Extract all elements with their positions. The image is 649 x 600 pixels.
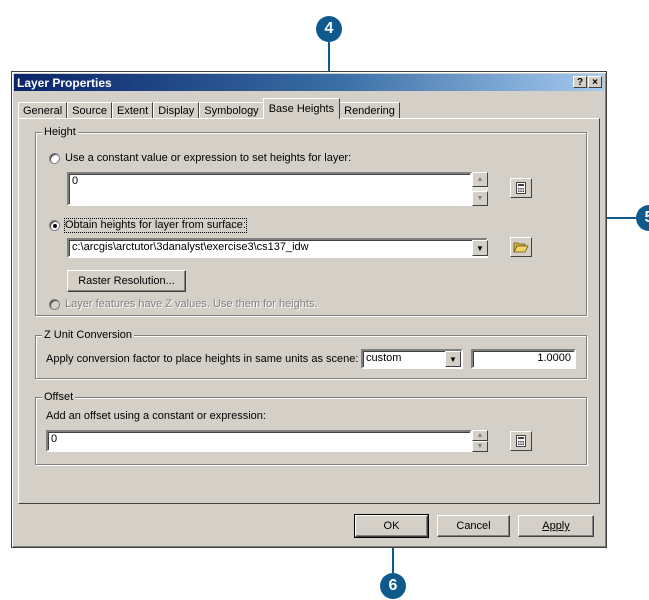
ok-button[interactable]: OK bbox=[354, 514, 429, 538]
tab-general[interactable]: General bbox=[18, 102, 68, 119]
calculator-icon bbox=[516, 182, 526, 194]
close-icon: × bbox=[592, 76, 598, 88]
tab-panel-base-heights: Height Use a constant value or expressio… bbox=[18, 118, 600, 504]
height-group: Height Use a constant value or expressio… bbox=[35, 126, 587, 316]
scroll-up-button[interactable]: ▲ bbox=[472, 430, 488, 441]
constant-expression-field[interactable]: 0 bbox=[67, 172, 472, 206]
z-unit-conversion-group: Z Unit Conversion Apply conversion facto… bbox=[35, 329, 587, 379]
tab-display[interactable]: Display bbox=[153, 102, 200, 119]
z-unit-conversion-title: Z Unit Conversion bbox=[42, 329, 135, 342]
tab-extent[interactable]: Extent bbox=[112, 102, 154, 119]
title-bar: Layer Properties ? × bbox=[14, 74, 604, 91]
scroll-up-button[interactable]: ▲ bbox=[472, 172, 488, 187]
callout-step-6-number: 6 bbox=[388, 577, 398, 594]
callout-step-6: 6 bbox=[380, 573, 406, 599]
surface-path-combo[interactable]: c:\arcgis\arctutor\3danalyst\exercise3\c… bbox=[67, 238, 488, 258]
raster-resolution-label: Raster Resolution... bbox=[78, 275, 175, 287]
surface-path-value: c:\arcgis\arctutor\3danalyst\exercise3\c… bbox=[72, 241, 309, 253]
help-icon: ? bbox=[576, 76, 584, 88]
surface-path-dropdown-button[interactable]: ▼ bbox=[472, 240, 488, 256]
constant-value-radio[interactable] bbox=[49, 153, 60, 164]
z-values-label: Layer features have Z values. Use them f… bbox=[65, 298, 318, 310]
tab-symbology[interactable]: Symbology bbox=[199, 102, 264, 119]
chevron-down-icon: ▼ bbox=[449, 354, 457, 364]
ok-label: OK bbox=[383, 520, 400, 532]
open-folder-icon bbox=[513, 242, 529, 252]
constant-expression-scrollbar[interactable]: ▲ ▼ bbox=[472, 172, 488, 206]
offset-group-title: Offset bbox=[42, 391, 76, 404]
arrow-down-icon: ▼ bbox=[476, 195, 484, 202]
offset-group: Offset Add an offset using a constant or… bbox=[35, 391, 587, 465]
offset-calculator-button[interactable] bbox=[510, 431, 532, 451]
browse-surface-button[interactable] bbox=[510, 237, 532, 257]
raster-resolution-button[interactable]: Raster Resolution... bbox=[67, 270, 186, 292]
layer-properties-dialog: Layer Properties ? × General Source Exte… bbox=[11, 71, 607, 548]
offset-scrollbar[interactable]: ▲ ▼ bbox=[472, 430, 488, 452]
callout-step-5: 5 bbox=[636, 205, 649, 231]
cancel-label: Cancel bbox=[456, 520, 491, 532]
help-button[interactable]: ? bbox=[573, 76, 587, 88]
arrow-up-icon: ▲ bbox=[476, 432, 484, 439]
height-group-title: Height bbox=[42, 126, 78, 139]
chevron-down-icon: ▼ bbox=[476, 243, 484, 253]
scroll-down-button[interactable]: ▼ bbox=[472, 191, 488, 206]
z-values-radio bbox=[49, 299, 60, 310]
z-factor-field[interactable]: 1.0000 bbox=[471, 349, 576, 369]
close-button[interactable]: × bbox=[588, 76, 602, 88]
callout-step-5-number: 5 bbox=[645, 209, 649, 227]
tab-rendering[interactable]: Rendering bbox=[339, 102, 400, 119]
offset-expression-value: 0 bbox=[51, 433, 58, 445]
arrow-up-icon: ▲ bbox=[476, 176, 484, 183]
z-unit-selected-value: custom bbox=[366, 352, 402, 364]
offset-label: Add an offset using a constant or expres… bbox=[46, 410, 266, 422]
offset-expression-field[interactable]: 0 bbox=[46, 430, 472, 452]
z-unit-dropdown-button[interactable]: ▼ bbox=[445, 351, 461, 367]
apply-button[interactable]: Apply bbox=[518, 515, 594, 537]
window-title: Layer Properties bbox=[17, 75, 112, 90]
tab-base-heights[interactable]: Base Heights bbox=[262, 98, 341, 119]
callout-step-4: 4 bbox=[316, 16, 342, 42]
arrow-down-icon: ▼ bbox=[476, 443, 484, 450]
tab-source[interactable]: Source bbox=[67, 102, 112, 119]
scroll-down-button[interactable]: ▼ bbox=[472, 441, 488, 452]
callout-step-4-number: 4 bbox=[324, 20, 334, 37]
surface-radio[interactable] bbox=[49, 220, 60, 231]
constant-value-label[interactable]: Use a constant value or expression to se… bbox=[65, 152, 351, 165]
surface-label[interactable]: Obtain heights for layer from surface: bbox=[64, 218, 247, 233]
tab-strip: General Source Extent Display Symbology … bbox=[18, 98, 400, 119]
constant-expression-value: 0 bbox=[72, 175, 79, 187]
z-factor-value: 1.0000 bbox=[537, 352, 571, 364]
calculator-icon bbox=[516, 435, 526, 447]
cancel-button[interactable]: Cancel bbox=[437, 515, 510, 537]
constant-calculator-button[interactable] bbox=[510, 178, 532, 198]
z-conversion-label: Apply conversion factor to place heights… bbox=[46, 353, 359, 365]
apply-label: Apply bbox=[542, 520, 570, 532]
